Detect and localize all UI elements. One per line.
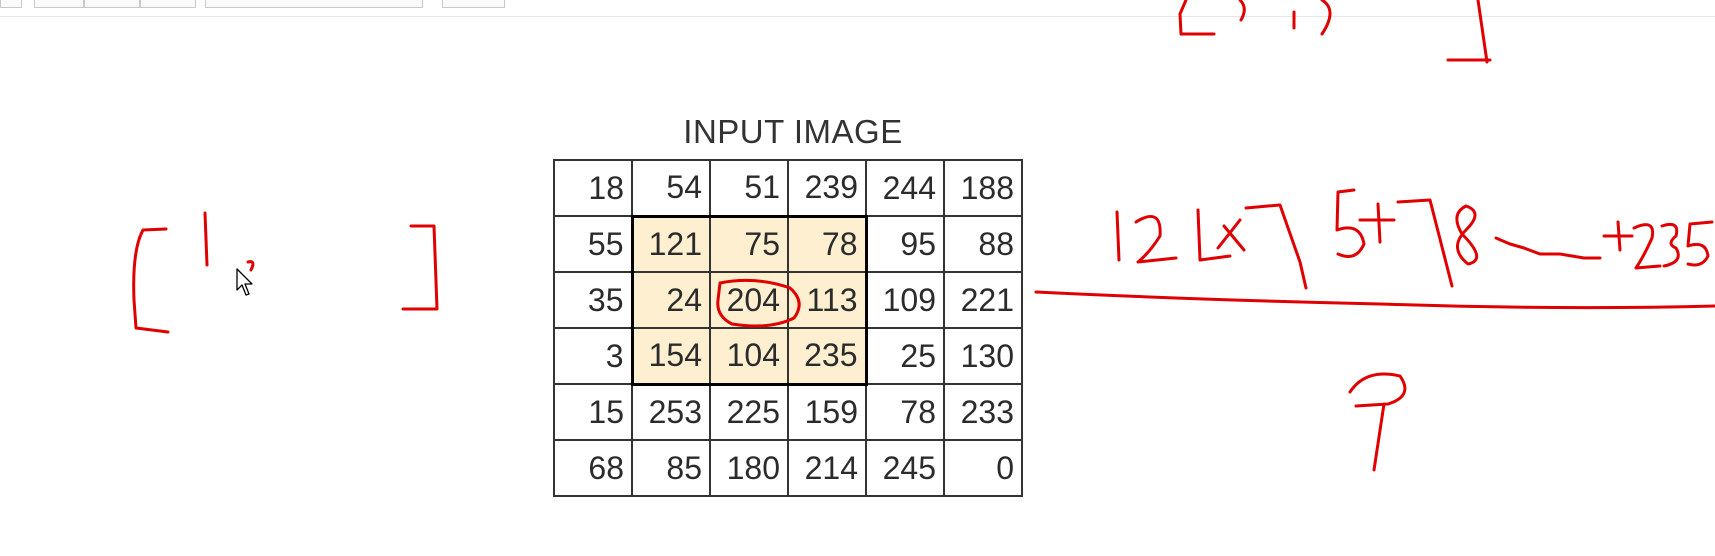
ink-formula-one: [1196, 208, 1232, 262]
ink-left-bracket-close: [401, 224, 439, 311]
ink-digit-one: [203, 211, 209, 267]
ink-circle-204: [716, 278, 801, 328]
ink-formula-plus: [1358, 202, 1396, 244]
ink-top-bracket: [1446, 0, 1492, 64]
ink-formula-five: [1335, 188, 1366, 258]
ink-top-stroke: [1320, 0, 1332, 36]
ink-formula-dots: [1494, 236, 1602, 260]
ink-formula-plus: [1602, 220, 1634, 252]
ink-fraction-bar: [1034, 290, 1715, 310]
ink-formula-one: [1115, 210, 1121, 262]
ink-formula-three: [1660, 222, 1680, 268]
ink-top-bracket: [1178, 0, 1216, 36]
ink-formula-seven: [1244, 203, 1308, 290]
mouse-cursor-icon: [236, 268, 253, 296]
ink-denominator: [1348, 372, 1407, 472]
ink-formula-eight: [1455, 204, 1479, 266]
ink-formula-two: [1632, 223, 1662, 270]
ink-formula-plus: [1216, 218, 1246, 252]
ink-formula-seven: [1396, 198, 1454, 288]
ink-left-bracket-open: [132, 227, 170, 334]
ink-top-stroke: [1238, 0, 1246, 22]
ink-formula-five: [1686, 220, 1714, 267]
ink-formula-two: [1134, 214, 1178, 264]
